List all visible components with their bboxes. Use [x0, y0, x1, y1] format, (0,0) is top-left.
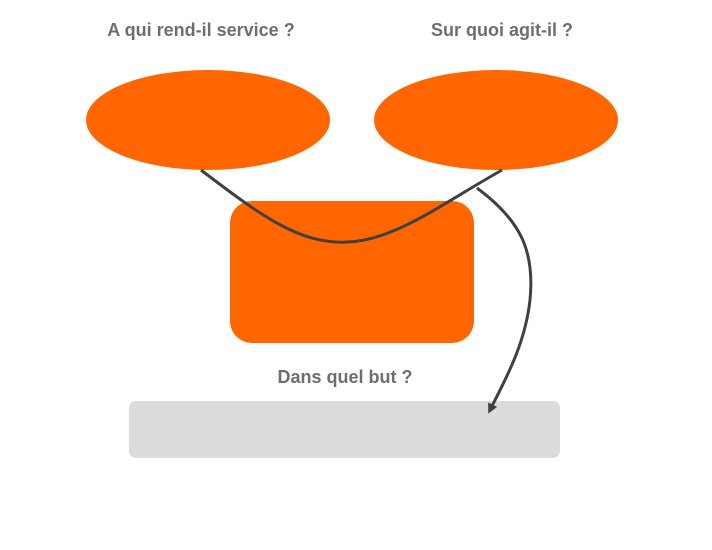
goal-box — [129, 401, 560, 458]
product-box — [230, 201, 474, 343]
bete-a-cornes-diagram — [86, 70, 618, 458]
goal-arrow — [476, 186, 533, 414]
left-ellipse — [86, 70, 330, 170]
question-purpose: Dans quel but ? — [277, 367, 413, 387]
right-ellipse — [374, 70, 618, 170]
